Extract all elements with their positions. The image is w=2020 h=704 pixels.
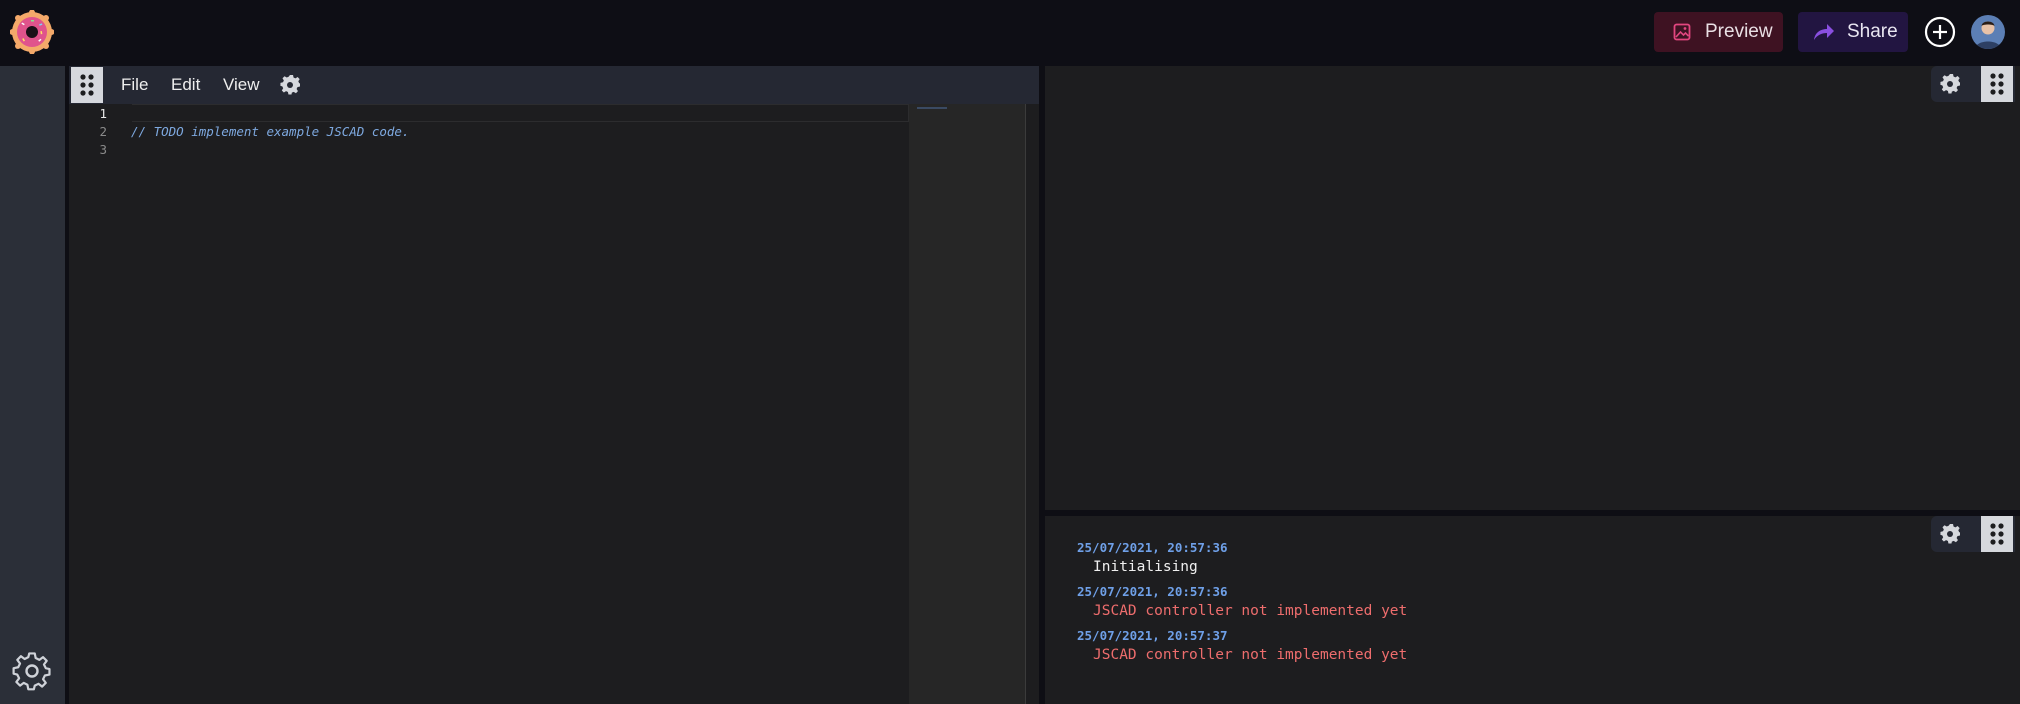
console-drag-handle-icon[interactable] — [1981, 516, 2013, 552]
editor-settings-gear-icon[interactable] — [279, 74, 301, 96]
log-message: Initialising — [1093, 559, 1198, 575]
console-panel-tools — [1931, 516, 2015, 552]
console-log-entry: 25/07/2021, 20:57:37 JSCAD controller no… — [1077, 628, 1407, 663]
line-number: 1 — [99, 106, 107, 121]
left-sidebar — [0, 66, 65, 704]
console-settings-gear-icon[interactable] — [1939, 523, 1961, 545]
code-minimap[interactable] — [909, 104, 1026, 704]
menu-view[interactable]: View — [223, 75, 260, 95]
minimap-line — [917, 107, 947, 109]
plus-circle-icon[interactable] — [1924, 16, 1956, 48]
code-line-comment[interactable]: // TODO implement example JSCAD code. — [131, 124, 409, 139]
drag-handle-icon[interactable] — [71, 67, 103, 103]
code-area[interactable]: 1 2 3 // TODO implement example JSCAD co… — [69, 104, 909, 704]
code-editor-panel: File Edit View 1 2 3 // TODO implement e… — [69, 66, 1039, 704]
line-number: 2 — [99, 124, 107, 139]
console-log-entry: 25/07/2021, 20:57:36 Initialising — [1077, 540, 1228, 575]
log-message: JSCAD controller not implemented yet — [1093, 647, 1408, 663]
share-arrow-icon — [1814, 24, 1834, 40]
preview-label: Preview — [1705, 21, 1773, 42]
menu-edit[interactable]: Edit — [171, 75, 200, 95]
user-avatar[interactable] — [1971, 15, 2005, 49]
settings-gear-icon[interactable] — [11, 649, 53, 691]
line-number: 3 — [99, 142, 107, 157]
preview-button[interactable]: Preview — [1654, 12, 1783, 52]
viewer-panel-tools — [1931, 66, 2015, 102]
editor-scrollbar[interactable] — [1025, 104, 1026, 704]
log-timestamp: 25/07/2021, 20:57:36 — [1077, 540, 1228, 555]
editor-toolbar: File Edit View — [69, 66, 1039, 104]
menu-file[interactable]: File — [121, 75, 148, 95]
log-message: JSCAD controller not implemented yet — [1093, 603, 1408, 619]
current-line-highlight — [132, 104, 909, 122]
viewer-settings-gear-icon[interactable] — [1939, 73, 1961, 95]
top-bar: Preview Share — [0, 0, 2020, 66]
viewer-drag-handle-icon[interactable] — [1981, 66, 2013, 102]
donut-logo-icon[interactable] — [9, 9, 55, 55]
share-label: Share — [1847, 21, 1898, 42]
log-timestamp: 25/07/2021, 20:57:37 — [1077, 628, 1228, 643]
preview-viewer-panel[interactable] — [1045, 66, 2020, 510]
log-timestamp: 25/07/2021, 20:57:36 — [1077, 584, 1228, 599]
share-button[interactable]: Share — [1798, 12, 1908, 52]
console-log-entry: 25/07/2021, 20:57:36 JSCAD controller no… — [1077, 584, 1407, 619]
image-icon — [1673, 23, 1691, 41]
